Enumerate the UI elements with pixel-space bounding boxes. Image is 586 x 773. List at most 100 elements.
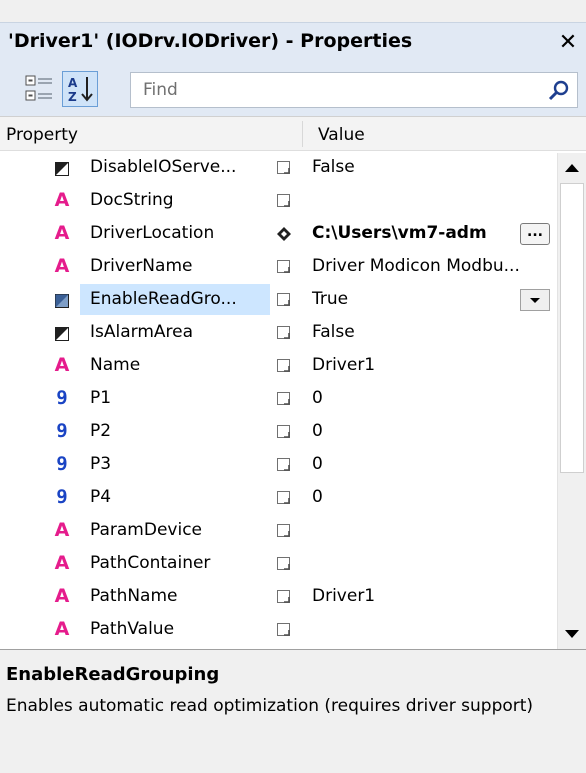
default-value-box-icon [277,623,290,636]
property-row[interactable]: A PathValue [0,613,556,646]
property-name: DriverName [90,256,193,276]
string-type-icon: A [54,255,70,277]
property-name: DriverLocation [90,223,215,243]
number-type-icon: 9 [56,387,68,409]
property-value[interactable]: 0 [310,449,556,480]
svg-text:Z: Z [68,90,77,104]
property-name: P2 [90,421,112,441]
property-value[interactable]: False [310,152,556,183]
default-value-box-icon [277,260,290,273]
string-type-icon: A [54,618,70,640]
property-row[interactable]: A DocString [0,184,556,217]
default-value-box-icon [277,194,290,207]
property-name: IsAlarmArea [90,322,194,342]
property-row[interactable]: A DriverName Driver Modicon Modbu... [0,250,556,283]
property-value[interactable] [310,515,556,546]
description-pane: EnableReadGrouping Enables automatic rea… [0,650,586,773]
property-value[interactable]: Driver1 [310,581,556,612]
property-grid: Property Value DisableIOServe... False A Do… [0,116,586,650]
properties-window: 'Driver1' (IODrv.IODriver) - Properties … [0,0,586,773]
property-rows: DisableIOServe... False A DocString A DriverL… [0,151,556,649]
scroll-thumb[interactable] [560,183,584,473]
header-value: Value [318,125,365,145]
sort-az-icon: A Z [68,76,93,104]
property-value[interactable]: 0 [310,383,556,414]
svg-text:A: A [68,76,78,90]
property-name: DocString [90,190,174,210]
property-value[interactable]: 0 [310,482,556,513]
string-type-icon: A [54,519,70,541]
boolean-type-icon [55,325,69,341]
non-default-diamond-icon [277,227,291,241]
string-type-icon: A [54,585,70,607]
categorized-icon [25,75,52,101]
property-row[interactable]: EnableReadGro... True [0,283,556,316]
find-input[interactable] [143,73,533,107]
property-row[interactable]: 9 P4 0 [0,481,556,514]
property-name: Name [90,355,141,375]
property-name: P1 [90,388,112,408]
property-row[interactable]: A PathName Driver1 [0,580,556,613]
toolbar: A Z [0,64,586,116]
property-name: PathValue [90,619,175,639]
property-value[interactable]: False [310,317,556,348]
property-row[interactable]: A ParamDevice [0,514,556,547]
find-box [130,72,578,108]
header-property: Property [6,125,78,145]
default-value-box-icon [277,590,290,603]
property-value[interactable] [310,614,556,645]
property-row[interactable]: A PathContainer [0,547,556,580]
header-separator[interactable] [302,121,303,147]
property-row[interactable]: A DriverLocation C:\Users\vm7-adm... [0,217,556,250]
number-type-icon: 9 [56,453,68,475]
title-bar: 'Driver1' (IODrv.IODriver) - Properties … [0,22,586,64]
default-value-box-icon [277,392,290,405]
categorized-view-button[interactable] [22,71,58,107]
default-value-box-icon [277,359,290,372]
property-value[interactable] [310,185,556,216]
description-title: EnableReadGrouping [6,664,220,685]
value-dropdown-button[interactable] [520,289,550,311]
property-name: ParamDevice [90,520,203,540]
vertical-scrollbar[interactable] [557,153,586,649]
number-type-icon: 9 [56,420,68,442]
default-value-box-icon [277,326,290,339]
number-type-icon: 9 [56,486,68,508]
boolean-type-icon [55,292,69,308]
default-value-box-icon [277,557,290,570]
property-row[interactable]: IsAlarmArea False [0,316,556,349]
default-value-box-icon [277,161,290,174]
default-value-box-icon [277,425,290,438]
property-name: DisableIOServe... [90,157,237,177]
property-row[interactable]: 9 P3 0 [0,448,556,481]
string-type-icon: A [54,222,70,244]
chevron-down-icon [530,298,540,303]
property-row[interactable]: A Name Driver1 [0,349,556,382]
property-name: P4 [90,487,112,507]
default-value-box-icon [277,293,290,306]
string-type-icon: A [54,552,70,574]
string-type-icon: A [54,354,70,376]
property-value[interactable]: Driver Modicon Modbu... [310,251,556,282]
property-name: EnableReadGro... [80,284,270,315]
property-row[interactable]: 9 P1 0 [0,382,556,415]
grid-header: Property Value [0,117,586,151]
string-type-icon: A [54,189,70,211]
scroll-up-icon[interactable] [558,153,586,183]
browse-ellipsis-button[interactable]: ... [520,223,550,245]
property-name: PathName [90,586,178,606]
search-icon[interactable] [547,79,571,103]
close-icon: ✕ [558,30,578,55]
property-value[interactable]: 0 [310,416,556,447]
alphabetical-view-button[interactable]: A Z [62,71,98,107]
property-row[interactable]: 9 P2 0 [0,415,556,448]
property-name: P3 [90,454,112,474]
close-button[interactable]: ✕ [556,29,580,57]
property-name: PathContainer [90,553,211,573]
scroll-down-icon[interactable] [558,619,586,649]
property-value[interactable]: Driver1 [310,350,556,381]
description-text: Enables automatic read optimization (req… [6,696,534,716]
property-row[interactable]: DisableIOServe... False [0,151,556,184]
property-value[interactable] [310,548,556,579]
default-value-box-icon [277,458,290,471]
